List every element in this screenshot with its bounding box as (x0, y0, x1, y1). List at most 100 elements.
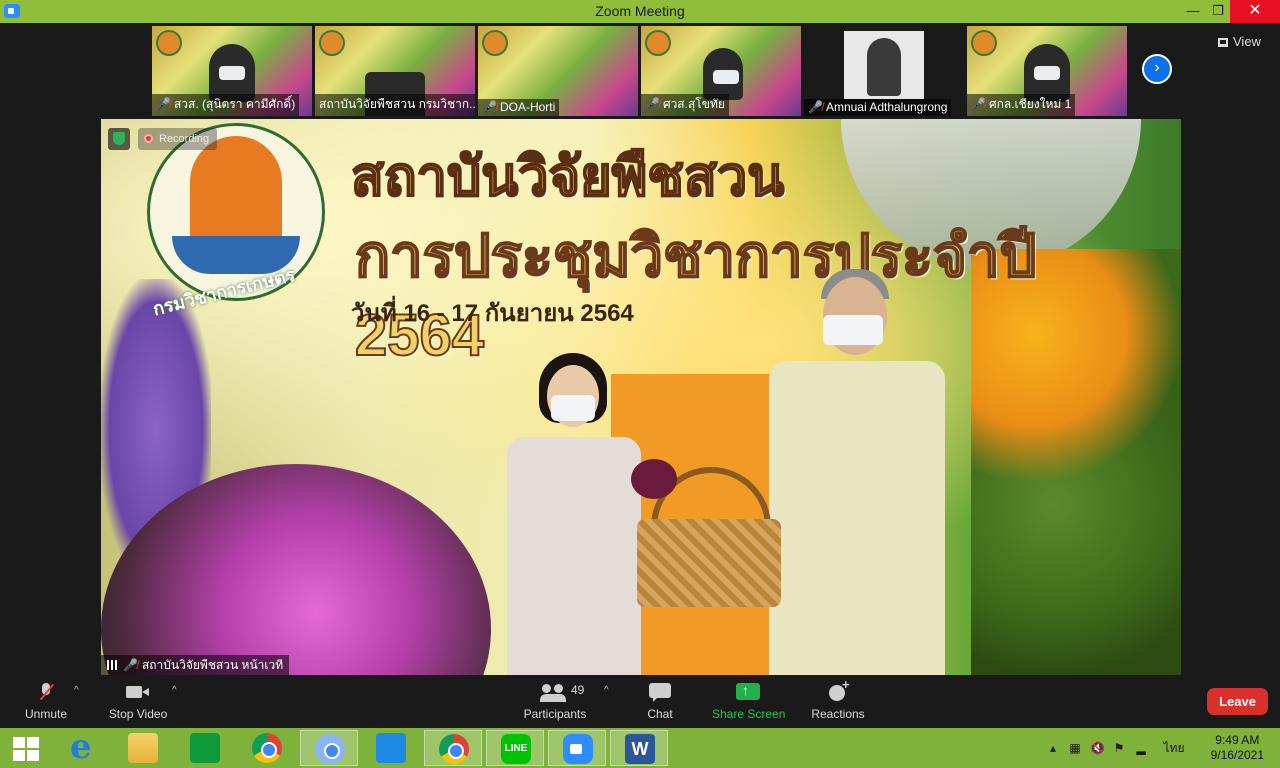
maximize-button[interactable]: ❐ (1203, 0, 1233, 23)
internet-explorer-icon (66, 727, 96, 767)
video-tile[interactable]: 🎤̸ ศวส.สุโขทัย (641, 26, 801, 116)
basket-bow (631, 459, 677, 499)
body (507, 437, 641, 675)
start-button[interactable] (0, 730, 52, 766)
emblem-inner (190, 136, 282, 246)
zoom-window: Zoom Meeting — ❐ ✕ 🎤̸ สวส. (สุนิตรา คามีศ… (0, 0, 1280, 768)
tile-name-label: 🎤̸ Amnuai Adthalungrong (804, 99, 952, 116)
leave-button[interactable]: Leave (1207, 688, 1268, 715)
window-title: Zoom Meeting (595, 3, 685, 19)
doa-logo-icon (156, 30, 182, 56)
participants-icon (540, 681, 566, 703)
filmstrip-next-button[interactable]: › (1142, 54, 1172, 84)
share-screen-icon (736, 681, 760, 703)
tile-name: สถาบันวิจัยพืชสวน กรมวิชาก... (319, 97, 475, 111)
video-tile[interactable]: 🎤̸ สวส. (สุนิตรา คามีศักดิ์) (152, 26, 312, 116)
video-tile[interactable]: สถาบันวิจัยพืชสวน กรมวิชาก... (315, 26, 475, 116)
taskbar-meet[interactable] (362, 730, 420, 766)
mic-muted-icon: 🎤̸ (971, 97, 986, 111)
video-options-caret[interactable]: ^ (172, 685, 177, 696)
video-tile[interactable]: 🎤̸ ศกล.เชียงใหม่ 1 (967, 26, 1127, 116)
microphone-muted-icon (39, 681, 53, 703)
share-screen-button[interactable]: Share Screen (712, 681, 786, 721)
mic-muted-icon: 🎤̸ (808, 100, 823, 114)
clock-date: 9/16/2021 (1210, 748, 1264, 762)
stop-video-label: Stop Video (108, 707, 168, 721)
face-mask (551, 395, 595, 421)
tile-name-label: 🎤̸ DOA-Horti (478, 99, 560, 116)
gift-basket (631, 459, 781, 607)
folder-icon (128, 733, 158, 763)
video-tile[interactable]: 🎤̸ Amnuai Adthalungrong (804, 26, 964, 116)
reactions-button[interactable]: Reactions (810, 677, 866, 721)
tile-name: ศวส.สุโขทัย (662, 97, 725, 111)
taskbar-line[interactable]: LINE (486, 730, 544, 766)
clock-time: 9:49 AM (1215, 733, 1260, 747)
active-speaker-name: สถาบันวิจัยพืชสวน หน้าเวที (141, 658, 284, 672)
word-icon: W (625, 734, 655, 764)
unmute-label: Unmute (24, 707, 68, 721)
stop-video-button[interactable]: Stop Video (106, 681, 170, 721)
taskbar-chrome-3[interactable] (424, 730, 482, 766)
mic-muted-icon: 🎤̸ (156, 97, 171, 111)
volume-muted-icon[interactable]: 🔇 (1090, 741, 1105, 755)
banner-title: สถาบันวิจัยพืชสวน (350, 146, 785, 208)
taskbar-file-explorer[interactable] (114, 730, 172, 766)
banner-date: วันที่ 16 - 17 กันยายน 2564 (351, 300, 634, 327)
taskbar-zoom[interactable] (548, 730, 606, 766)
participant-video (703, 48, 743, 100)
close-button[interactable]: ✕ (1230, 0, 1280, 23)
participant-figure (867, 38, 901, 96)
system-tray: ▴ ▦ 🔇 ⚑ ▂ ไทย 9:49 AM 9/16/2021 (1040, 728, 1280, 768)
security-shield-icon[interactable] (108, 128, 130, 150)
view-button[interactable]: View (1218, 34, 1261, 49)
store-icon (190, 733, 220, 763)
video-tile[interactable]: 🎤̸ DOA-Horti (478, 26, 638, 116)
tile-name-label: 🎤̸ ศวส.สุโขทัย (641, 94, 729, 116)
doa-logo-icon (319, 30, 345, 56)
participants-label: Participants (523, 707, 587, 721)
basket-weave (637, 519, 781, 607)
participants-count: 49 (571, 683, 585, 697)
line-icon: LINE (501, 734, 531, 764)
tile-name-label: 🎤̸ สวส. (สุนิตรา คามีศักดิ์) (152, 94, 300, 116)
taskbar-clock[interactable]: 9:49 AM 9/16/2021 (1211, 733, 1264, 763)
chrome-icon (439, 734, 469, 764)
chrome-icon (315, 734, 345, 764)
doa-logo-icon (645, 30, 671, 56)
audio-options-caret[interactable]: ^ (74, 685, 79, 696)
unmute-button[interactable]: Unmute (22, 681, 70, 721)
meeting-toolbar: Unmute ^ Stop Video ^ Participants ^ Cha… (0, 677, 1280, 728)
mic-muted-icon: 🎤̸ (645, 97, 660, 111)
chrome-icon (252, 733, 282, 763)
network-adapter-icon[interactable]: ▦ (1068, 741, 1082, 755)
tile-name: DOA-Horti (499, 100, 556, 114)
tile-name: Amnuai Adthalungrong (825, 100, 948, 114)
participants-options-caret[interactable]: ^ (604, 685, 609, 696)
tile-name: ศกล.เชียงใหม่ 1 (988, 97, 1072, 111)
show-hidden-icons-caret[interactable]: ▴ (1046, 741, 1060, 755)
taskbar-word[interactable]: W (610, 730, 668, 766)
taskbar-internet-explorer[interactable] (52, 727, 110, 767)
meeting-area: 🎤̸ สวส. (สุนิตรา คามีศักดิ์) สถาบันวิจัยพ… (0, 23, 1280, 677)
taskbar-chrome-2[interactable] (300, 730, 358, 766)
title-bar: Zoom Meeting — ❐ ✕ (0, 0, 1280, 23)
presenter-man (761, 269, 951, 675)
signal-icon[interactable]: ▂ (1134, 741, 1148, 755)
tile-name-label: 🎤̸ ศกล.เชียงใหม่ 1 (967, 94, 1076, 116)
meeting-app-icon (376, 733, 406, 763)
tile-name-label: สถาบันวิจัยพืชสวน กรมวิชาก... (315, 94, 475, 116)
share-screen-label: Share Screen (712, 707, 786, 721)
recording-indicator[interactable]: Recording (138, 128, 218, 150)
taskbar-chrome[interactable] (238, 730, 296, 766)
tile-name: สวส. (สุนิตรา คามีศักดิ์) (173, 97, 296, 111)
main-video[interactable]: กรมวิชาการเกษตร สถาบันวิจัยพืชสวน การประ… (101, 119, 1181, 675)
windows-logo-icon (13, 737, 39, 761)
chat-button[interactable]: Chat (640, 681, 680, 721)
face-mask (823, 315, 883, 345)
language-indicator[interactable]: ไทย (1162, 741, 1186, 755)
active-speaker-label: 🎤̸ สถาบันวิจัยพืชสวน หน้าเวที (101, 655, 290, 675)
taskbar-store[interactable] (176, 730, 234, 766)
zoom-icon (563, 734, 593, 764)
action-center-icon[interactable]: ⚑ (1112, 741, 1126, 755)
